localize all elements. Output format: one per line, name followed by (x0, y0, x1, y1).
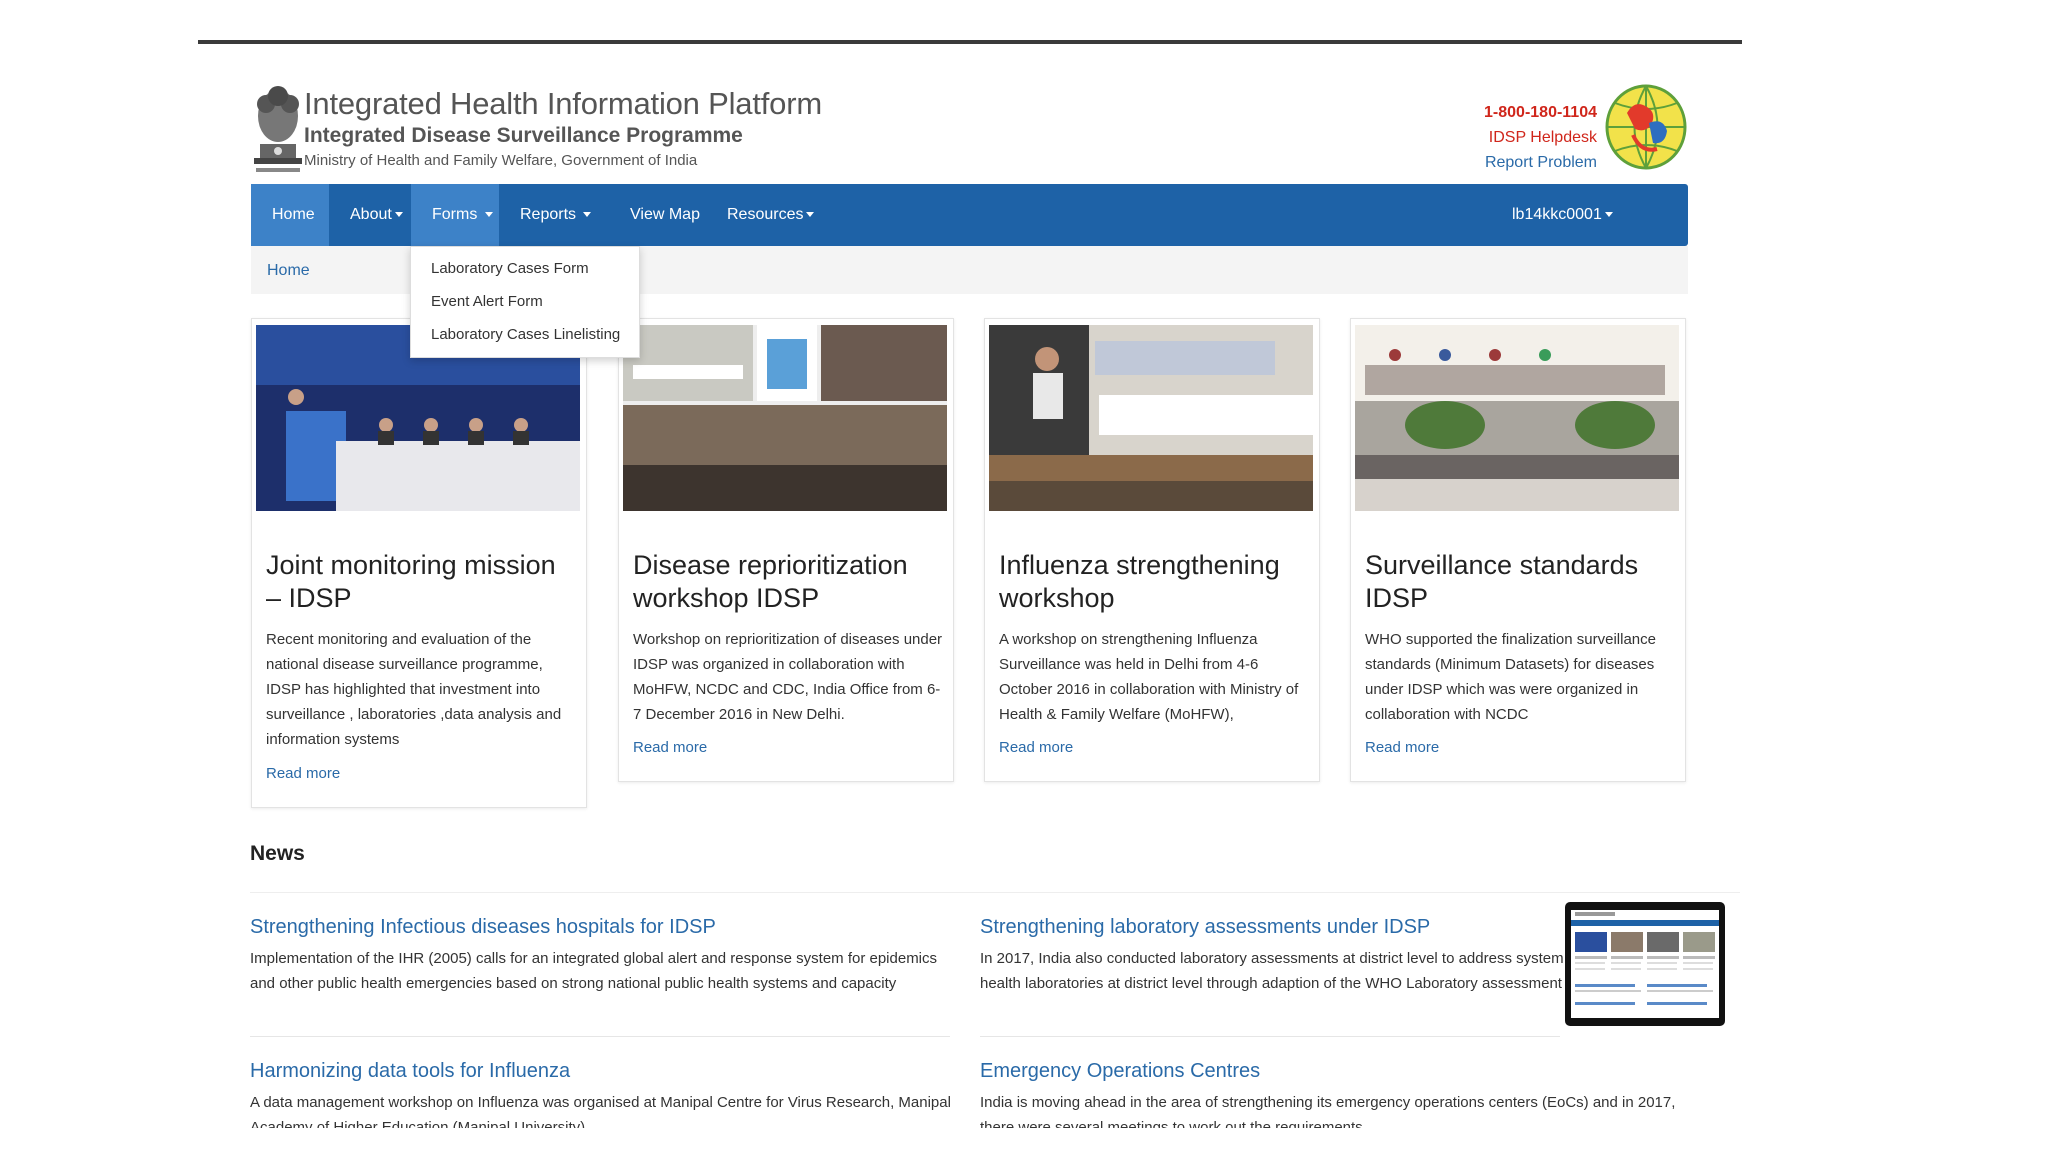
news-card: Disease reprioritization workshop IDSP W… (618, 318, 954, 782)
card-title: Disease reprioritization workshop IDSP (633, 550, 908, 613)
news-heading: News (250, 842, 305, 865)
news-divider (980, 1036, 1560, 1037)
card-description: Workshop on reprioritization of diseases… (633, 631, 943, 723)
top-divider (198, 40, 1742, 44)
news-title-link[interactable]: Strengthening laboratory assessments und… (980, 916, 1430, 939)
report-problem-link[interactable]: Report Problem (1485, 154, 1597, 172)
news-title-link[interactable]: Harmonizing data tools for Influenza (250, 1060, 570, 1083)
card-photo-influenza-workshop (989, 325, 1313, 511)
read-more-link[interactable]: Read more (1365, 739, 1439, 756)
card-title: Influenza strengthening workshop (999, 550, 1280, 613)
forms-dropdown-menu: Laboratory Cases Form Event Alert Form L… (410, 246, 640, 358)
menu-item-event-alert-form[interactable]: Event Alert Form (431, 293, 543, 310)
news-description: In 2017, India also conducted laboratory… (980, 950, 1564, 992)
read-more-link[interactable]: Read more (266, 765, 340, 782)
card-title: Surveillance standards IDSP (1365, 550, 1639, 613)
news-divider (250, 1036, 950, 1037)
card-title: Joint monitoring mission – IDSP (266, 550, 556, 613)
news-card: Surveillance standards IDSP WHO supporte… (1350, 318, 1686, 782)
card-description: WHO supported the finalization surveilla… (1365, 631, 1656, 723)
news-card: Joint monitoring mission – IDSP Recent m… (251, 318, 587, 808)
card-description: A workshop on strengthening Influenza Su… (999, 631, 1299, 723)
nav-view-map[interactable]: View Map (609, 184, 721, 246)
card-photo-workshop-collage (623, 325, 947, 511)
nav-reports[interactable]: Reports (499, 184, 612, 246)
nav-about[interactable]: About (329, 184, 424, 246)
menu-item-laboratory-cases-form[interactable]: Laboratory Cases Form (431, 260, 589, 277)
caret-down-icon (484, 212, 493, 218)
menu-item-laboratory-cases-linelisting[interactable]: Laboratory Cases Linelisting (431, 326, 620, 343)
nav-resources[interactable]: Resources (706, 184, 835, 246)
caret-down-icon (1604, 212, 1613, 218)
caret-down-icon (806, 212, 815, 218)
site-subtitle: Integrated Disease Surveillance Programm… (304, 124, 743, 147)
card-description: Recent monitoring and evaluation of the … (266, 631, 562, 748)
helpdesk-label: IDSP Helpdesk (1488, 129, 1597, 146)
card-photo-surveillance-meeting (1355, 325, 1679, 511)
news-description: Implementation of the IHR (2005) calls f… (250, 950, 938, 992)
national-emblem-icon (254, 86, 302, 172)
news-title-link[interactable]: Emergency Operations Centres (980, 1060, 1260, 1083)
read-more-link[interactable]: Read more (633, 739, 707, 756)
nav-home[interactable]: Home (251, 184, 329, 246)
idsp-globe-logo-icon (1605, 84, 1687, 170)
nav-user-menu[interactable]: lb14kkc0001 (1491, 184, 1634, 246)
screenshot-thumbnail[interactable] (1565, 902, 1725, 1026)
site-title: Integrated Health Information Platform (304, 86, 822, 121)
page-bottom-fade (0, 1128, 2048, 1152)
helpline-number: 1-800-180-1104 (1484, 104, 1597, 121)
news-card: Influenza strengthening workshop A works… (984, 318, 1320, 782)
caret-down-icon (583, 212, 592, 218)
ministry-line: Ministry of Health and Family Welfare, G… (304, 152, 698, 169)
main-navbar: Home About Forms Reports View Map Resour… (251, 184, 1688, 246)
read-more-link[interactable]: Read more (999, 739, 1073, 756)
news-title-link[interactable]: Strengthening Infectious diseases hospit… (250, 916, 716, 939)
breadcrumb-home-link[interactable]: Home (267, 262, 310, 280)
caret-down-icon (394, 212, 403, 218)
news-divider (250, 892, 1740, 893)
thumbnail-preview-icon (1571, 910, 1719, 1005)
nav-forms[interactable]: Forms (411, 184, 499, 246)
